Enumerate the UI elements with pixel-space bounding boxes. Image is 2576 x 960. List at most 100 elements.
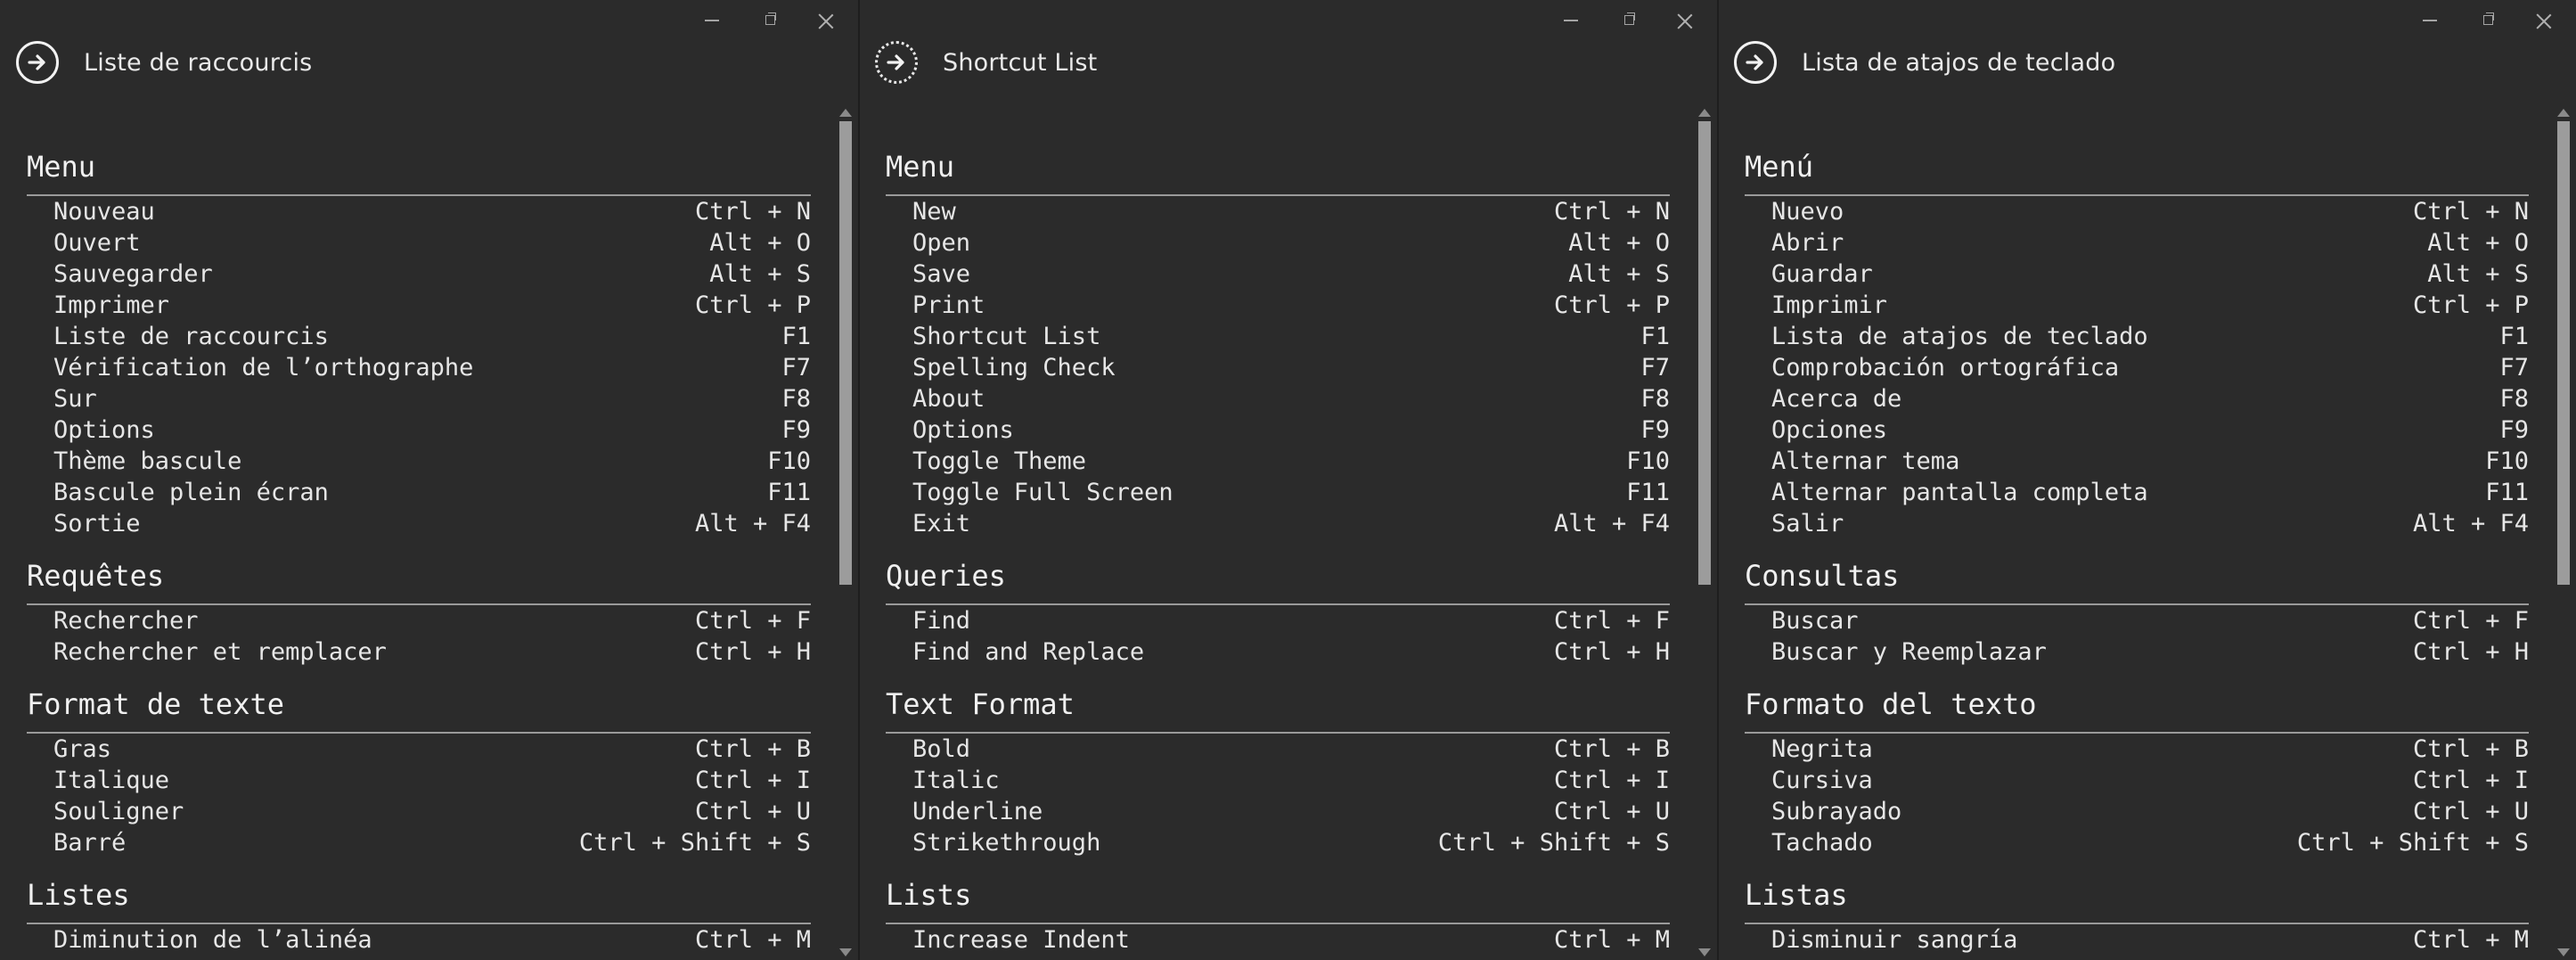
shortcut-label: Thème bascule: [53, 447, 242, 475]
shortcut-row: New Ctrl + N: [912, 196, 1670, 227]
shortcut-keys: F10: [2485, 447, 2529, 475]
shortcut-label: Guardar: [1771, 260, 1873, 288]
shortcut-keys: Ctrl + P: [2412, 291, 2529, 319]
restore-button[interactable]: [2464, 4, 2514, 37]
shortcut-label: Tachado: [1771, 829, 1873, 857]
shortcut-row: Sur F8: [53, 383, 811, 414]
shortcut-row: Rechercher Ctrl + F: [53, 605, 811, 636]
shortcut-label: Italic: [912, 767, 1000, 794]
shortcut-keys: Ctrl + F: [694, 607, 811, 635]
shortcut-row: Toggle Full Screen F11: [912, 477, 1670, 508]
vertical-scrollbar[interactable]: [2556, 105, 2572, 960]
back-button[interactable]: [16, 41, 59, 84]
shortcut-row: Alternar pantalla completa F11: [1771, 477, 2529, 508]
shortcut-row: Find Ctrl + F: [912, 605, 1670, 636]
shortcut-keys: Ctrl + P: [694, 291, 811, 319]
minimize-button[interactable]: [1546, 4, 1596, 37]
shortcut-keys: Alt + F4: [694, 510, 811, 537]
shortcut-keys: Ctrl + I: [694, 767, 811, 794]
shortcut-label: Underline: [912, 798, 1043, 825]
shortcut-label: Rechercher: [53, 607, 199, 635]
close-button[interactable]: [2519, 4, 2569, 37]
scroll-down-icon[interactable]: [839, 948, 852, 956]
section-title: Text Format: [886, 687, 1075, 721]
shortcut-row: Sauvegarder Alt + S: [53, 258, 811, 290]
back-button[interactable]: [1734, 41, 1777, 84]
shortcut-label: Buscar y Reemplazar: [1771, 638, 2047, 666]
scroll-down-icon[interactable]: [1698, 948, 1711, 956]
shortcut-keys: Ctrl + F: [2412, 607, 2529, 635]
section-title: Queries: [886, 559, 1006, 593]
shortcut-label: Alternar tema: [1771, 447, 1960, 475]
minimize-button[interactable]: [2405, 4, 2455, 37]
title-bar: Liste de raccourcis: [16, 39, 312, 86]
shortcut-label: Spelling Check: [912, 354, 1116, 382]
shortcut-label: Strikethrough: [912, 829, 1101, 857]
vertical-scrollbar[interactable]: [1697, 105, 1713, 960]
shortcut-label: Cursiva: [1771, 767, 1873, 794]
restore-button[interactable]: [746, 4, 796, 37]
restore-icon: [2483, 12, 2494, 25]
shortcut-keys: F11: [767, 479, 811, 506]
shortcut-row: Toggle Theme F10: [912, 446, 1670, 477]
window-separator: [858, 0, 860, 960]
shortcut-row: Open Alt + O: [912, 227, 1670, 258]
shortcut-row: Print Ctrl + P: [912, 290, 1670, 321]
shortcut-row: Lista de atajos de teclado F1: [1771, 321, 2529, 352]
scroll-up-icon[interactable]: [2557, 109, 2570, 117]
shortcut-row: Negrita Ctrl + B: [1771, 734, 2529, 765]
shortcut-label: Sur: [53, 385, 97, 413]
shortcut-keys: F7: [1640, 354, 1670, 382]
minimize-button[interactable]: [687, 4, 737, 37]
shortcut-row: Increase Indent Ctrl + M: [912, 924, 1670, 956]
scrollbar-thumb[interactable]: [839, 121, 852, 585]
windows-container: Liste de raccourcis Menu Nouveau Ctrl + N Ou…: [0, 0, 2576, 960]
shortcut-keys: Ctrl + M: [1553, 926, 1670, 954]
shortcut-keys: Ctrl + Shift + S: [578, 829, 811, 857]
shortcut-label: About: [912, 385, 985, 413]
shortcut-keys: Ctrl + U: [694, 798, 811, 825]
shortcut-row: Opciones F9: [1771, 414, 2529, 446]
shortcut-row: Italique Ctrl + I: [53, 765, 811, 796]
shortcut-label: Disminuir sangría: [1771, 926, 2018, 954]
restore-button[interactable]: [1605, 4, 1655, 37]
close-button[interactable]: [1660, 4, 1710, 37]
section-title: Menu: [886, 150, 955, 184]
shortcut-label: Acerca de: [1771, 385, 1902, 413]
shortcut-row: Ouvert Alt + O: [53, 227, 811, 258]
shortcut-label: Bascule plein écran: [53, 479, 329, 506]
shortcut-label: Options: [53, 416, 155, 444]
back-button[interactable]: [875, 41, 918, 84]
shortcut-keys: Ctrl + P: [1553, 291, 1670, 319]
shortcut-keys: F1: [781, 323, 811, 350]
title-bar: Lista de atajos de teclado: [1734, 39, 2115, 86]
close-button[interactable]: [801, 4, 851, 37]
shortcut-keys: Ctrl + I: [1553, 767, 1670, 794]
restore-icon: [1624, 12, 1635, 25]
shortcut-keys: Alt + F4: [2412, 510, 2529, 537]
scroll-up-icon[interactable]: [1698, 109, 1711, 117]
window-title: Shortcut List: [943, 48, 1098, 77]
scrollbar-thumb[interactable]: [1698, 121, 1711, 585]
scroll-down-icon[interactable]: [2557, 948, 2570, 956]
shortcut-keys: Ctrl + F: [1553, 607, 1670, 635]
shortcut-row: Options F9: [53, 414, 811, 446]
shortcut-label: Ouvert: [53, 229, 141, 257]
shortcut-keys: F9: [781, 416, 811, 444]
minimize-icon: [705, 20, 719, 21]
scroll-up-icon[interactable]: [839, 109, 852, 117]
shortcut-keys: Ctrl + M: [2412, 926, 2529, 954]
shortcut-label: Options: [912, 416, 1014, 444]
close-icon: [1677, 13, 1693, 29]
section-title: Consultas: [1745, 559, 1900, 593]
shortcut-keys: F8: [1640, 385, 1670, 413]
shortcut-keys: F9: [2499, 416, 2529, 444]
shortcut-label: Bold: [912, 735, 971, 763]
scrollbar-thumb[interactable]: [2557, 121, 2570, 585]
shortcut-row: Exit Alt + F4: [912, 508, 1670, 539]
shortcut-row: Disminuir sangría Ctrl + M: [1771, 924, 2529, 956]
shortcut-label: Find: [912, 607, 971, 635]
shortcut-keys: Alt + O: [1568, 229, 1670, 257]
vertical-scrollbar[interactable]: [838, 105, 854, 960]
shortcut-label: Increase Indent: [912, 926, 1130, 954]
